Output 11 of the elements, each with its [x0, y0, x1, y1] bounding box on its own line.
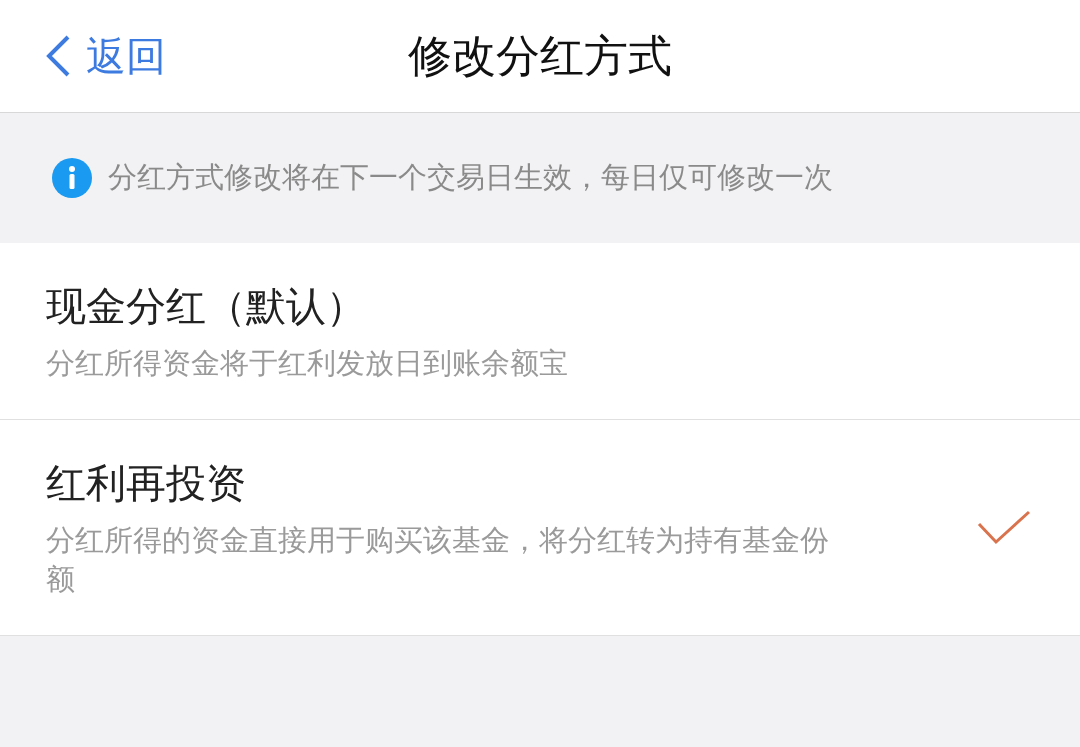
notice-text: 分红方式修改将在下一个交易日生效，每日仅可修改一次 [108, 159, 833, 196]
dividend-option[interactable]: 现金分红（默认） 分红所得资金将于红利发放日到账余额宝 [0, 243, 1080, 421]
page-title: 修改分红方式 [408, 28, 672, 83]
back-button[interactable]: 返回 [44, 28, 166, 84]
chevron-left-icon [44, 34, 72, 78]
info-icon [52, 158, 92, 198]
option-title: 现金分红（默认） [46, 282, 367, 331]
option-description: 分红所得资金将于红利发放日到账余额宝 [46, 345, 569, 382]
option-title: 红利再投资 [46, 459, 247, 509]
option-description: 分红所得的资金直接用于购买该基金，将分红转为持有基金份额 [46, 522, 830, 599]
dividend-option[interactable]: 红利再投资 分红所得的资金直接用于购买该基金，将分红转为持有基金份额 [0, 420, 1080, 637]
